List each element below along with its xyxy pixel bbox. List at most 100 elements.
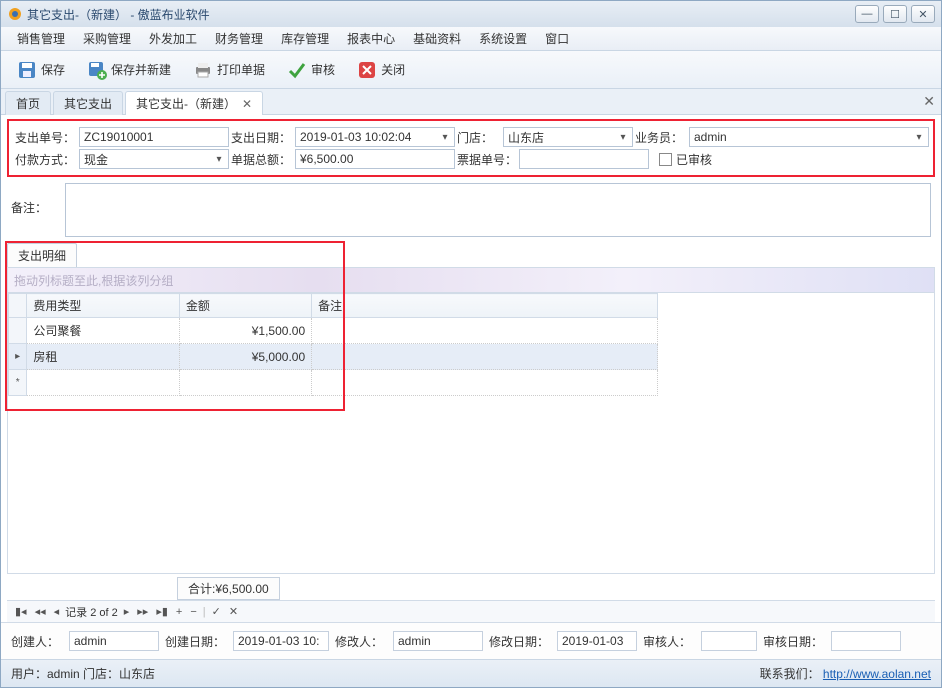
nav-cancel-icon[interactable]: ✕ [227,605,240,618]
pay-method-select[interactable]: 现金▾ [79,149,229,169]
menubar: 销售管理 采购管理 外发加工 财务管理 库存管理 报表中心 基础资料 系统设置 … [1,27,941,51]
current-row-indicator-icon: ▸ [9,344,27,370]
menu-basedata[interactable]: 基础资料 [407,28,467,49]
col-remark[interactable]: 备注 [312,294,658,318]
window-title: 其它支出-（新建） - 傲蓝布业软件 [27,6,855,23]
audited-checkbox[interactable] [659,153,672,166]
toolbar: 保存 保存并新建 打印单据 审核 关闭 [1,51,941,89]
save-new-button[interactable]: 保存并新建 [81,56,177,84]
col-type[interactable]: 费用类型 [27,294,180,318]
nav-prev-icon[interactable]: ◂ [52,605,62,618]
sales-select[interactable]: admin▾ [689,127,929,147]
nav-next-icon[interactable]: ▸ [122,605,132,618]
close-button[interactable]: 关闭 [351,56,411,84]
menu-sales[interactable]: 销售管理 [11,28,71,49]
chevron-down-icon[interactable]: ▾ [912,130,926,144]
save-label: 保存 [41,61,65,78]
menu-settings[interactable]: 系统设置 [473,28,533,49]
close-label: 关闭 [381,61,405,78]
nav-add-icon[interactable]: + [174,606,184,618]
audit-info-row: 创建人： admin 创建日期： 2019-01-03 10: 修改人： adm… [1,622,941,659]
menu-outsource[interactable]: 外发加工 [143,28,203,49]
modifier-field: admin [393,631,483,651]
total-label: 单据总额： [229,151,295,168]
sales-label: 业务员： [633,129,689,146]
remark-label: 备注： [11,183,59,237]
app-window: 其它支出-（新建） - 傲蓝布业软件 — ☐ ✕ 销售管理 采购管理 外发加工 … [0,0,942,688]
tab-home[interactable]: 首页 [5,91,51,115]
create-date-field: 2019-01-03 10: [233,631,329,651]
titlebar: 其它支出-（新建） - 傲蓝布业软件 — ☐ ✕ [1,1,941,27]
save-new-icon [87,60,107,80]
audit-date-label: 审核日期： [763,633,825,650]
audit-label: 审核 [311,61,335,78]
tab-other-expense[interactable]: 其它支出 [53,91,123,115]
store-label: 门店： [455,129,503,146]
record-navigator: ▮◂ ◂◂ ◂ 记录 2 of 2 ▸ ▸▸ ▸▮ + − | ✓ ✕ [7,600,935,622]
statusbar: 用户：admin 门店：山东店 联系我们： http://www.aolan.n… [1,659,941,687]
doc-no-input[interactable]: ZC19010001 [79,127,229,147]
pay-method-label: 付款方式： [13,151,79,168]
audit-button[interactable]: 审核 [281,56,341,84]
tab-other-expense-new[interactable]: 其它支出-（新建）✕ [125,91,263,115]
modify-date-field: 2019-01-03 [557,631,637,651]
print-button[interactable]: 打印单据 [187,56,271,84]
print-icon [193,60,213,80]
nav-next-page-icon[interactable]: ▸▸ [135,605,150,618]
check-icon [287,60,307,80]
save-button[interactable]: 保存 [11,56,71,84]
detail-tab[interactable]: 支出明细 [7,243,77,267]
menu-window[interactable]: 窗口 [539,28,575,49]
maximize-button[interactable]: ☐ [883,5,907,23]
total-label: 合计:¥6,500.00 [177,577,280,600]
nav-first-icon[interactable]: ▮◂ [13,605,29,618]
app-icon [7,6,23,22]
audit-date-field [831,631,901,651]
tab-close-icon[interactable]: ✕ [242,97,252,111]
chevron-down-icon[interactable]: ▾ [616,130,630,144]
tabs-row-close-icon[interactable]: ✕ [923,93,935,110]
creator-label: 创建人： [11,633,63,650]
remark-row: 备注： [1,177,941,237]
doc-date-label: 支出日期： [229,129,295,146]
modifier-label: 修改人： [335,633,387,650]
close-icon [357,60,377,80]
total-input[interactable]: ¥6,500.00 [295,149,455,169]
ticket-no-input[interactable] [519,149,649,169]
content-area: 支出单号： ZC19010001 支出日期： 2019-01-03 10:02:… [1,115,941,659]
contact-link[interactable]: http://www.aolan.net [823,667,931,681]
nav-last-icon[interactable]: ▸▮ [154,605,170,618]
auditor-label: 审核人： [643,633,695,650]
new-row[interactable]: * [9,370,658,396]
store-select[interactable]: 山东店▾ [503,127,633,147]
table-row[interactable]: ▸ 房租 ¥5,000.00 [9,344,658,370]
doc-date-input[interactable]: 2019-01-03 10:02:04▾ [295,127,455,147]
menu-reports[interactable]: 报表中心 [341,28,401,49]
chevron-down-icon[interactable]: ▾ [212,152,226,166]
modify-date-label: 修改日期： [489,633,551,650]
doc-no-label: 支出单号： [13,129,79,146]
nav-remove-icon[interactable]: − [188,606,198,618]
menu-finance[interactable]: 财务管理 [209,28,269,49]
nav-prev-page-icon[interactable]: ◂◂ [33,605,48,618]
total-bar: 合计:¥6,500.00 [7,576,935,600]
save-icon [17,60,37,80]
nav-commit-icon[interactable]: ✓ [210,605,223,618]
group-by-bar[interactable]: 拖动列标题至此,根据该列分组 [7,267,935,293]
new-row-indicator-icon: * [9,370,27,396]
creator-field: admin [69,631,159,651]
minimize-button[interactable]: — [855,5,879,23]
status-left: 用户：admin 门店：山东店 [11,665,155,682]
menu-purchase[interactable]: 采购管理 [77,28,137,49]
remark-textarea[interactable] [65,183,931,237]
print-label: 打印单据 [217,61,265,78]
row-indicator-header [9,294,27,318]
table-row[interactable]: 公司聚餐 ¥1,500.00 [9,318,658,344]
close-window-button[interactable]: ✕ [911,5,935,23]
header-form: 支出单号： ZC19010001 支出日期： 2019-01-03 10:02:… [7,119,935,177]
create-date-label: 创建日期： [165,633,227,650]
detail-grid: 费用类型 金额 备注 公司聚餐 ¥1,500.00 [7,293,935,574]
col-amount[interactable]: 金额 [179,294,311,318]
chevron-down-icon[interactable]: ▾ [438,130,452,144]
menu-inventory[interactable]: 库存管理 [275,28,335,49]
